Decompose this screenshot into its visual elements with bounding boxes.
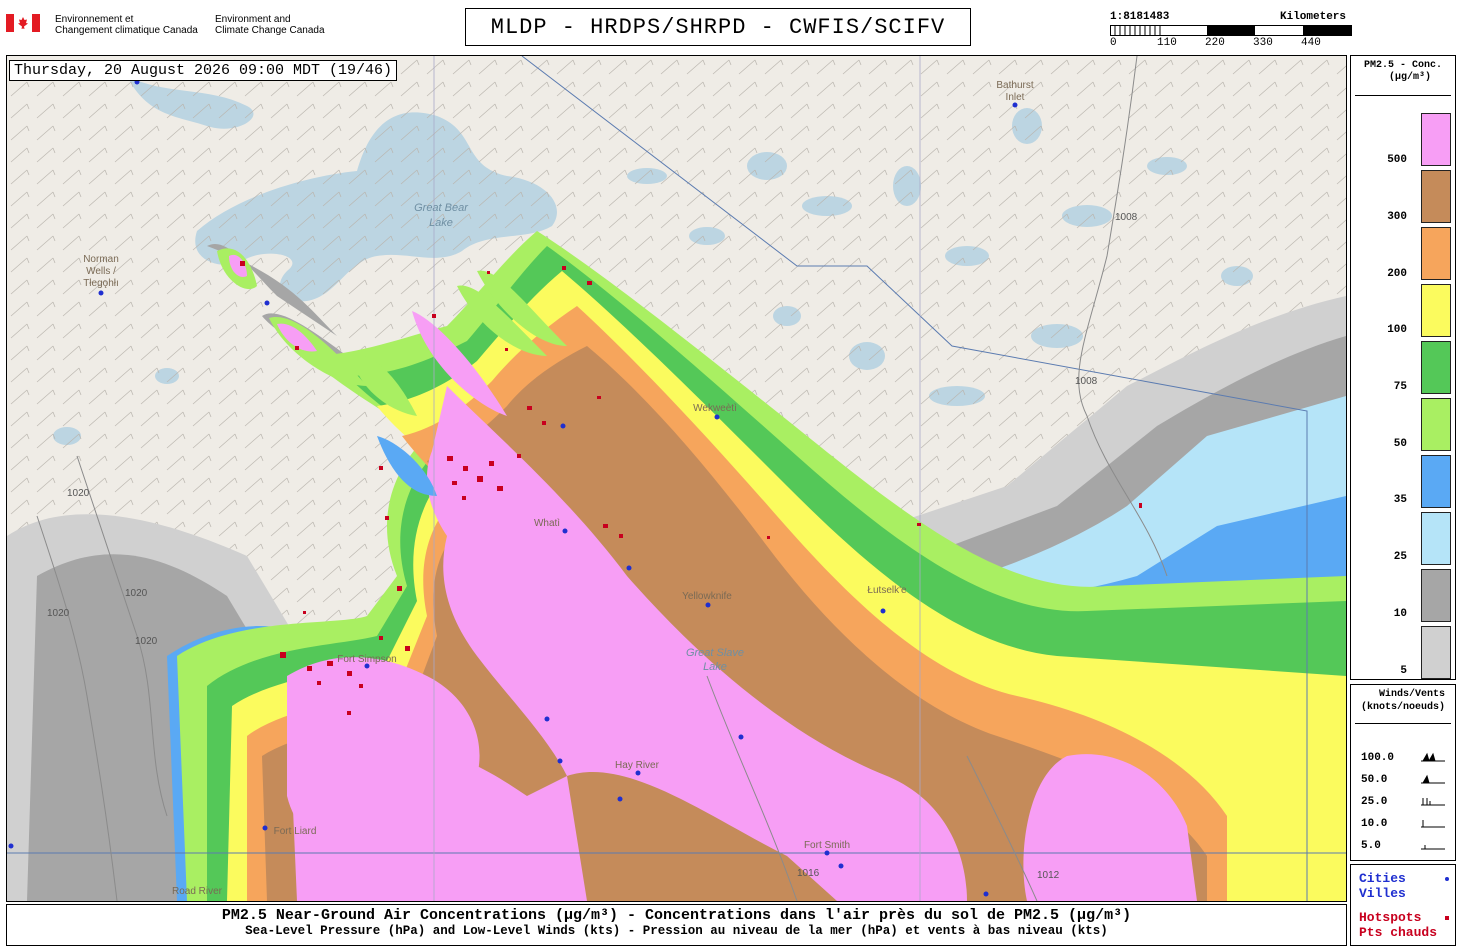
agency-name-fr: Environnement et Changement climatique C…	[55, 14, 198, 36]
legend-swatch-10	[1421, 569, 1451, 622]
legend-label-300: 300	[1387, 211, 1407, 223]
wind-legend: Winds/Vents (knots/noeuds) 100.0 50.0 25…	[1350, 684, 1456, 861]
hotspot-square-icon	[1445, 916, 1449, 920]
product-title: MLDP - HRDPS/SHRPD - CWFIS/SCIFV	[465, 8, 971, 46]
map-panel[interactable]: 1008 1008 1020 1020 1020 1020 1016 1012	[6, 55, 1347, 902]
isobar-label: 1016	[797, 868, 820, 879]
wind-speed-10: 10.0	[1361, 818, 1388, 830]
points-legend: Cities Villes Hotspots Pts chauds	[1350, 864, 1456, 946]
legend-conc-title: PM2.5 - Conc.	[1363, 60, 1442, 71]
place-label: Hay River	[615, 760, 660, 771]
scale-tick-220: 220	[1205, 37, 1225, 49]
legend-conc-unit: (µg/m³)	[1388, 72, 1431, 83]
place-label: Tłegǫhłı	[83, 278, 119, 289]
map-canvas[interactable]: 1008 1008 1020 1020 1020 1020 1016 1012	[7, 56, 1346, 901]
legend-label-35: 35	[1393, 494, 1407, 506]
scale-tick-110: 110	[1157, 37, 1177, 49]
legend-swatch-50	[1421, 398, 1451, 451]
legend-swatch-75	[1421, 341, 1451, 394]
legend-swatch-500	[1421, 113, 1451, 166]
wind-speed-50: 50.0	[1361, 774, 1388, 786]
legend-swatch-100	[1421, 284, 1451, 337]
agency-name-en: Environment and Climate Change Canada	[215, 14, 325, 36]
legend-swatch-35	[1421, 455, 1451, 508]
lake-label-great-bear-1: Great Bear	[414, 202, 469, 214]
agency-en-line1: Environment and	[215, 14, 291, 25]
scale-tick-330: 330	[1253, 37, 1273, 49]
isobar-label: 1008	[1115, 212, 1138, 223]
agency-fr-line1: Environnement et	[55, 14, 134, 25]
legend-cities-en: Cities	[1359, 871, 1406, 886]
lake-label-great-slave-1: Great Slave	[686, 647, 744, 659]
place-label: Fort Liard	[274, 826, 317, 837]
agency-fr-line2: Changement climatique Canada	[55, 25, 198, 36]
legend-hotspots-fr: Pts chauds	[1359, 925, 1438, 940]
legend-label-75: 75	[1393, 381, 1407, 393]
wind-barb-icons	[1421, 752, 1445, 850]
scale-bar	[1110, 25, 1352, 36]
place-label: Wekweètì	[693, 403, 737, 414]
concentration-legend: PM2.5 - Conc. (µg/m³) 500 300 200 100 75…	[1350, 55, 1456, 680]
isobar-label: 1020	[125, 588, 148, 599]
legend-wind-title: Winds/Vents	[1378, 689, 1445, 700]
caption-line1: PM2.5 Near-Ground Air Concentrations (µg…	[221, 907, 1132, 924]
legend-label-5: 5	[1400, 665, 1407, 677]
wind-speed-25: 25.0	[1361, 796, 1388, 808]
isobar-label: 1020	[47, 608, 70, 619]
caption-line2: Sea-Level Pressure (hPa) and Low-Level W…	[245, 924, 1108, 938]
legend-label-50: 50	[1393, 438, 1407, 450]
legend-label-10: 10	[1393, 608, 1407, 620]
wind-speed-100: 100.0	[1361, 752, 1395, 764]
city-dot-icon	[1445, 877, 1449, 881]
scale-ratio: 1:8181483	[1110, 11, 1170, 23]
place-label: Fort Simpson	[337, 654, 396, 665]
legend-label-100: 100	[1387, 324, 1407, 336]
legend-swatch-25	[1421, 512, 1451, 565]
forecast-datetime: Thursday, 20 August 2026 09:00 MDT (19/4…	[9, 60, 398, 81]
legend-hotspots-en: Hotspots	[1359, 910, 1422, 925]
lake-label-great-bear-2: Lake	[429, 217, 453, 229]
isobar-label: 1020	[135, 636, 158, 647]
isobar-label: 1012	[1037, 870, 1060, 881]
canada-flag-icon	[6, 14, 40, 32]
isobar-label: 1008	[1075, 376, 1098, 387]
place-label: Bathurst	[996, 80, 1033, 91]
map-caption: PM2.5 Near-Ground Air Concentrations (µg…	[6, 904, 1347, 946]
legend-divider	[1355, 723, 1451, 724]
legend-label-500: 500	[1387, 154, 1407, 166]
legend-label-25: 25	[1393, 551, 1407, 563]
legend-swatch-5	[1421, 626, 1451, 679]
place-label: Fort Smith	[804, 840, 850, 851]
legend-swatch-300	[1421, 170, 1451, 223]
scale-unit: Kilometers	[1280, 11, 1347, 23]
legend-divider	[1355, 95, 1451, 96]
place-label: Norman	[83, 254, 119, 265]
scale-tick-0: 0	[1110, 37, 1117, 49]
place-label: Road River	[172, 886, 223, 897]
isobar-label: 1020	[67, 488, 90, 499]
place-label: Whatì	[534, 518, 560, 529]
place-label: Łutselk'e	[867, 585, 907, 596]
legend-cities-fr: Villes	[1359, 886, 1406, 901]
scale-tick-440: 440	[1301, 37, 1321, 49]
wind-speed-5: 5.0	[1361, 840, 1381, 852]
place-label: Yellowknife	[682, 591, 732, 602]
legend-wind-unit: (knots/noeuds)	[1360, 702, 1445, 713]
legend-label-200: 200	[1387, 268, 1407, 280]
legend-swatch-200	[1421, 227, 1451, 280]
agency-en-line2: Climate Change Canada	[215, 25, 325, 36]
place-label: Wells /	[86, 266, 116, 277]
place-label: Inlet	[1006, 92, 1025, 103]
lake-label-great-slave-2: Lake	[703, 661, 727, 673]
